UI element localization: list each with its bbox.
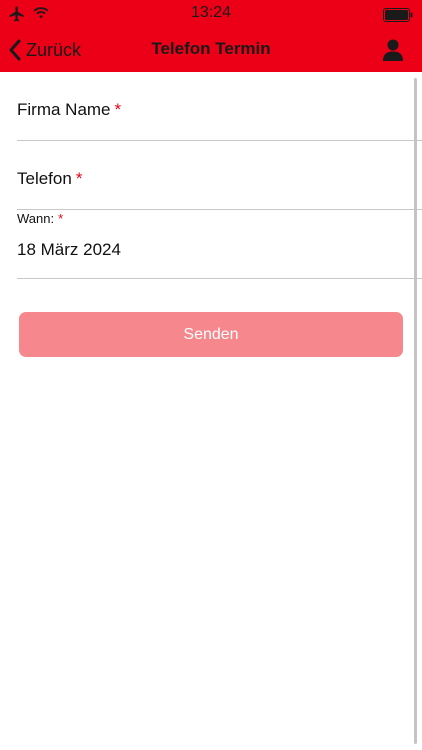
telefon-field[interactable]: Telefon * [17,141,422,210]
firma-name-label: Firma Name * [17,100,121,120]
user-icon[interactable] [382,38,404,62]
required-marker: * [114,100,122,119]
telefon-label-text: Telefon [17,169,72,188]
send-button[interactable]: Senden [19,312,403,357]
status-time: 13:24 [190,4,232,21]
telefon-label: Telefon * [17,169,82,189]
wann-date-field[interactable]: Wann: * 18 März 2024 [17,210,422,279]
required-marker: * [58,211,64,226]
wann-label-text: Wann: [17,211,55,226]
scroll-indicator[interactable] [414,78,417,744]
page-title: Telefon Termin [151,39,271,58]
battery-icon [383,8,413,22]
firma-name-field[interactable]: Firma Name * [17,72,422,141]
required-marker: * [75,169,83,188]
app-header: 13:24 Zurück Telefon Termin [0,0,422,72]
status-bar: 13:24 [0,0,422,28]
wann-label: Wann: * [17,211,63,226]
wann-date-value[interactable]: 18 März 2024 [17,240,121,260]
firma-name-label-text: Firma Name [17,100,111,119]
nav-bar: Zurück Telefon Termin [0,28,422,72]
